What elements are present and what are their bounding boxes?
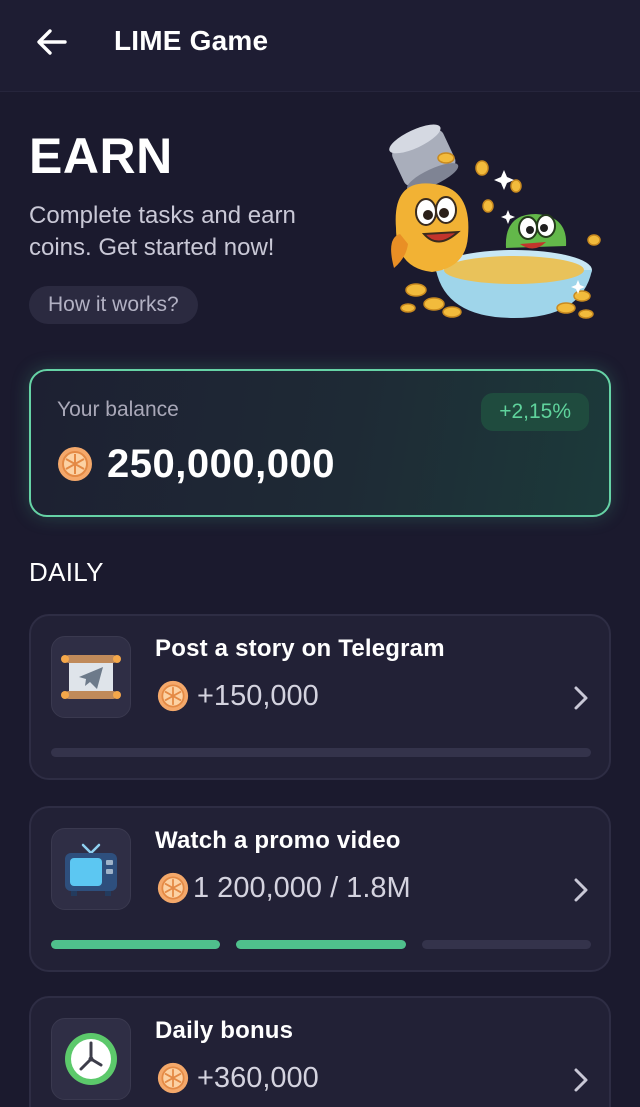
page-title: EARN xyxy=(29,128,173,184)
arrow-left-icon xyxy=(37,29,67,55)
how-it-works-button[interactable]: How it works? xyxy=(29,286,198,324)
task-icon-box xyxy=(51,828,131,910)
progress-segment xyxy=(421,940,591,949)
page-subtitle: Complete tasks and earn coins. Get start… xyxy=(29,202,296,261)
task-title: Watch a promo video xyxy=(155,827,401,854)
balance-value: 250,000,000 xyxy=(107,442,335,486)
task-reward: 1 200,000 / 1.8M xyxy=(193,872,411,904)
task-progress-bar xyxy=(51,748,591,757)
task-card-promo-video[interactable]: Watch a promo video 1 200,000 / 1.8M xyxy=(29,806,611,972)
chevron-right-icon xyxy=(574,1068,588,1092)
task-reward: +150,000 xyxy=(197,680,319,712)
coin-icon xyxy=(157,680,189,712)
task-icon-box xyxy=(51,636,131,718)
task-reward: +360,000 xyxy=(197,1062,319,1094)
coin-icon xyxy=(157,872,189,904)
task-card-daily-bonus[interactable]: Daily bonus +360,000 xyxy=(29,996,611,1107)
chevron-right-icon xyxy=(574,878,588,902)
back-button[interactable] xyxy=(32,24,72,60)
progress-segment xyxy=(51,748,591,757)
telegram-scroll-icon xyxy=(61,655,121,699)
task-title: Post a story on Telegram xyxy=(155,635,445,662)
balance-label: Your balance xyxy=(57,398,179,421)
mascot-illustration xyxy=(389,124,601,319)
section-title-daily: DAILY xyxy=(29,557,104,587)
balance-change-badge: +2,15% xyxy=(481,393,589,431)
task-icon-box xyxy=(51,1018,131,1100)
chevron-right-icon xyxy=(574,686,588,710)
task-title: Daily bonus xyxy=(155,1017,294,1044)
clock-icon xyxy=(65,1033,117,1085)
task-progress-bar xyxy=(51,940,591,949)
tv-icon xyxy=(65,843,117,896)
coin-icon xyxy=(157,1062,189,1094)
app-title: LIME Game xyxy=(114,25,269,56)
balance-card: Your balance +2,15% 250,000,000 xyxy=(29,369,611,517)
top-bar: LIME Game xyxy=(0,0,640,92)
progress-segment xyxy=(51,940,221,949)
progress-segment xyxy=(236,940,406,949)
task-card-telegram-story[interactable]: Post a story on Telegram +150,000 xyxy=(29,614,611,780)
coin-icon xyxy=(58,447,92,481)
